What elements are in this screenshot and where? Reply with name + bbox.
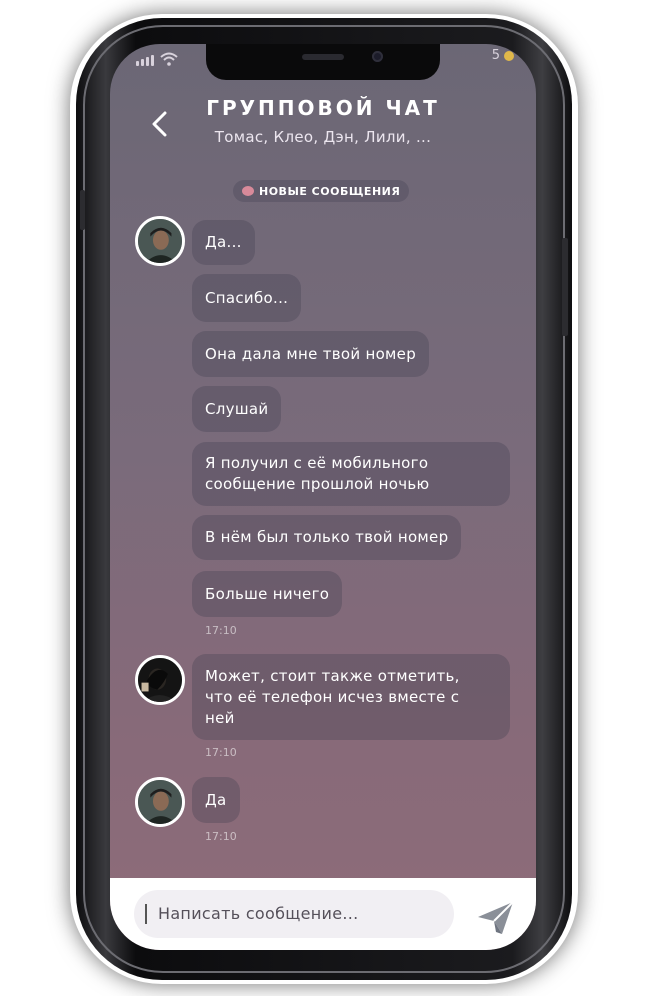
message-bubble: Я получил с её мобильного сообщение прош… (192, 442, 510, 506)
message-bubble: Больше ничего (192, 571, 343, 617)
chat-title: ГРУППОВОЙ ЧАТ (206, 96, 440, 120)
mute-switch (80, 190, 85, 230)
message-bubble: Да... (192, 220, 255, 265)
text-caret (145, 904, 147, 924)
new-messages-badge: НОВЫЕ СООБЩЕНИЯ (233, 180, 410, 202)
new-messages-label: НОВЫЕ СООБЩЕНИЯ (259, 184, 401, 198)
side-button (562, 238, 568, 336)
message-bubble: Может, стоит также отметить, что её теле… (192, 654, 510, 740)
wifi-icon (160, 52, 178, 66)
message-time: 17:10 (205, 830, 237, 843)
speaker (302, 54, 344, 60)
avatar[interactable] (135, 655, 185, 705)
send-icon[interactable] (476, 900, 516, 936)
battery-level: 5 (491, 48, 500, 63)
battery-icon (504, 50, 514, 61)
person-icon (138, 780, 182, 824)
message-input-placeholder: Написать сообщение... (158, 904, 359, 923)
message-time: 17:10 (205, 624, 237, 637)
person-icon (138, 658, 182, 702)
chat-participants[interactable]: Томас, Клео, Дэн, Лили, ... (110, 128, 536, 146)
speech-bubble-icon (242, 186, 254, 196)
message-bubble: Спасибо... (192, 274, 302, 322)
avatar[interactable] (135, 216, 185, 266)
message-bubble: Да (192, 777, 240, 823)
message-time: 17:10 (205, 746, 237, 759)
avatar[interactable] (135, 777, 185, 827)
message-bubble: Слушай (192, 386, 282, 432)
status-indicators (136, 50, 178, 66)
chat-screen: 5 ГРУППОВОЙ ЧАТ Томас, Клео, Дэн, Лили, … (110, 44, 536, 950)
battery-indicator: 5 (492, 48, 514, 63)
notch (206, 44, 440, 80)
person-icon (138, 219, 182, 263)
signal-icon (136, 55, 154, 66)
camera (372, 51, 383, 62)
message-bubble: Она дала мне твой номер (192, 331, 430, 377)
message-bubble: В нём был только твой номер (192, 515, 462, 560)
composer: Написать сообщение... (110, 878, 536, 950)
message-input[interactable]: Написать сообщение... (134, 890, 454, 938)
